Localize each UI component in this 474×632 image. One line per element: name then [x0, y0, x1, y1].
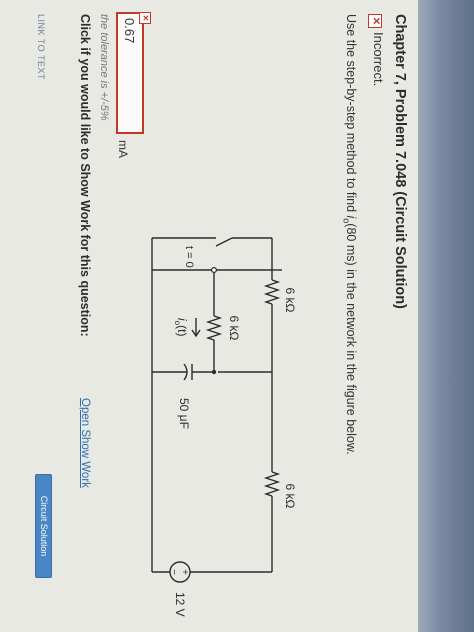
- answer-box: ✕: [116, 12, 151, 134]
- monitor-screen: Chapter 7, Problem 7.048 (Circuit Soluti…: [0, 0, 474, 632]
- answer-input[interactable]: [122, 18, 138, 128]
- junction-node: [211, 369, 217, 375]
- circuit-solution-button[interactable]: Circuit Solution: [35, 474, 52, 578]
- tolerance-note: the tolerance is +/-5%: [98, 14, 110, 121]
- open-show-work-link[interactable]: Open Show Work: [79, 398, 91, 488]
- source-plus-sign: +: [179, 569, 190, 575]
- link-to-text[interactable]: LINK TO TEXT: [36, 14, 46, 80]
- source-minus-sign: −: [168, 569, 179, 575]
- resistor-top-right: [263, 471, 281, 497]
- circuit-diagram: 6 kΩ 6 kΩ 6 kΩ 12 V + − 50 μF t = 0 io(t…: [151, 237, 297, 617]
- label-r-middle: 6 kΩ: [227, 316, 241, 341]
- show-work-question: Click if you would like to Show Work for…: [78, 14, 92, 337]
- switch-blade: [215, 237, 233, 247]
- problem-page: Chapter 7, Problem 7.048 (Circuit Soluti…: [0, 0, 418, 632]
- label-current: io(t): [173, 318, 189, 336]
- answer-unit: mA: [116, 140, 130, 158]
- browser-chrome-edge: [418, 0, 474, 632]
- label-source: 12 V: [173, 592, 187, 617]
- resistor-top-left: [263, 279, 281, 305]
- resistor-middle: [205, 315, 223, 341]
- switch-node-top: [210, 267, 217, 274]
- label-r-top-left: 6 kΩ: [283, 288, 297, 313]
- label-capacitor: 50 μF: [177, 398, 191, 429]
- label-r-top-right: 6 kΩ: [283, 484, 297, 509]
- answer-incorrect-icon: ✕: [139, 12, 151, 24]
- label-switch-time: t = 0: [183, 246, 195, 268]
- label-current-suffix: (t): [175, 325, 189, 336]
